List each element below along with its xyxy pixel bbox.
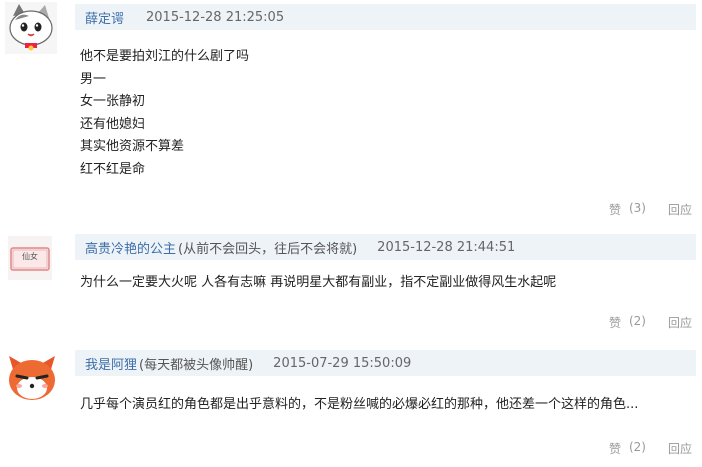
reply-button[interactable]: 回应	[668, 440, 692, 457]
comment-timestamp: 2015-07-29 15:50:09	[273, 355, 412, 371]
comment-line: 红不红是命	[80, 161, 146, 177]
comment-actions: 赞 (2) 回应	[609, 440, 692, 457]
comment-body: 为什么一定要大火呢 人各有志嘛 再说明星大都有副业，指不定副业做得风生水起呢	[80, 272, 694, 295]
like-count: (2)	[628, 314, 646, 328]
comment-line: 男一	[80, 71, 107, 87]
comment-body: 他不是要拍刘江的什么剧了吗 男一 女一张静初 还有他媳妇 其实他资源不算差 红不…	[80, 46, 694, 181]
comment-item: 我是阿狸 (每天都被头像帅醒) 2015-07-29 15:50:09 几乎每个…	[0, 348, 702, 467]
comment-timestamp: 2015-12-28 21:25:05	[146, 9, 285, 25]
comment-line: 几乎每个演员红的角色都是出乎意料的，不是粉丝喊的必爆必红的那种，他还差一个这样的…	[80, 397, 639, 412]
like-label: 赞	[608, 203, 621, 217]
reply-button[interactable]: 回应	[668, 201, 692, 218]
cat-avatar-icon[interactable]	[5, 2, 57, 54]
author-name-link[interactable]: 薛定谔	[85, 8, 124, 27]
comment-actions: 赞 (3) 回应	[609, 201, 692, 218]
avatar-card-text: 仙女	[22, 252, 38, 261]
comment-line: 还有他媳妇	[80, 116, 146, 132]
like-count: (3)	[628, 201, 646, 215]
comment-item: 薛定谔 2015-12-28 21:25:05 他不是要拍刘江的什么剧了吗 男一…	[0, 0, 702, 228]
reply-button[interactable]: 回应	[668, 314, 692, 331]
comment-meta-bar: 高贵冷艳的公主 (从前不会回头，往后不会将就) 2015-12-28 21:44…	[75, 234, 696, 260]
comment-body: 几乎每个演员红的角色都是出乎意料的，不是粉丝喊的必爆必红的那种，他还差一个这样的…	[80, 394, 694, 417]
author-name-link[interactable]: 高贵冷艳的公主	[85, 238, 176, 257]
comment-line: 其实他资源不算差	[80, 139, 185, 154]
card-avatar-icon[interactable]: 仙女	[8, 236, 52, 280]
comment-meta-bar: 薛定谔 2015-12-28 21:25:05	[75, 4, 696, 30]
comment-actions: 赞 (2) 回应	[609, 314, 692, 331]
like-button[interactable]: 赞 (3)	[609, 201, 646, 218]
comment-item: 仙女 高贵冷艳的公主 (从前不会回头，往后不会将就) 2015-12-28 21…	[0, 228, 702, 348]
like-count: (2)	[628, 440, 646, 454]
like-label: 赞	[608, 316, 621, 330]
comment-line: 他不是要拍刘江的什么剧了吗	[80, 49, 250, 64]
author-name-link[interactable]: 我是阿狸	[85, 354, 137, 373]
comment-meta-bar: 我是阿狸 (每天都被头像帅醒) 2015-07-29 15:50:09	[75, 350, 696, 376]
like-button[interactable]: 赞 (2)	[609, 314, 646, 331]
comment-timestamp: 2015-12-28 21:44:51	[377, 239, 516, 255]
author-note: (从前不会回头，往后不会将就)	[178, 241, 358, 257]
author-note: (每天都被头像帅醒)	[139, 357, 254, 373]
comment-line: 为什么一定要大火呢 人各有志嘛 再说明星大都有副业，指不定副业做得风生水起呢	[80, 275, 557, 290]
like-label: 赞	[608, 442, 621, 456]
like-button[interactable]: 赞 (2)	[609, 440, 646, 457]
fox-avatar-icon[interactable]	[5, 350, 59, 404]
comment-line: 女一张静初	[80, 94, 146, 109]
